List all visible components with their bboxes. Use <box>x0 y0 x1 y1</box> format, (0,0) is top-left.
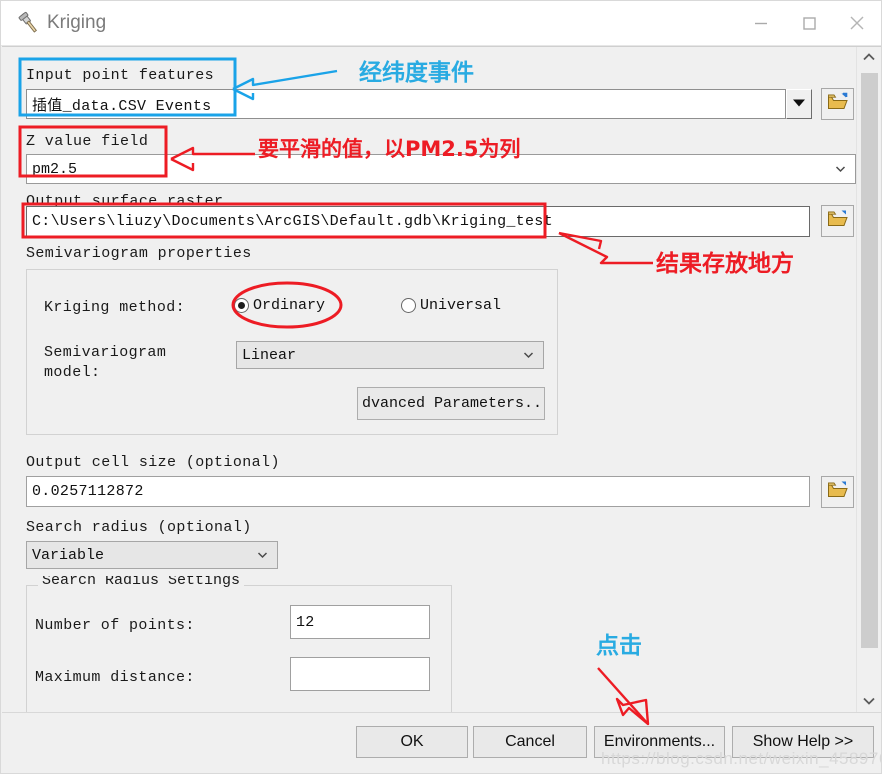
search-radius-settings-border-right <box>230 585 452 586</box>
search-radius-label: Search radius (optional) <box>26 519 252 536</box>
radio-universal-label: Universal <box>420 297 502 314</box>
kriging-dialog: Kriging Input point features 插值_data.CSV… <box>0 0 882 774</box>
chevron-down-icon <box>522 349 535 362</box>
semivariogram-model-label-line2: model: <box>44 364 101 381</box>
search-radius-value: Variable <box>32 546 105 564</box>
semivariogram-model-label-line1: Semivariogram <box>44 344 167 361</box>
output-cell-size-browse-button[interactable] <box>821 476 854 508</box>
maximum-distance-input[interactable] <box>290 657 430 691</box>
number-of-points-input[interactable]: 12 <box>290 605 430 639</box>
radio-ordinary-icon <box>234 298 249 313</box>
output-surface-raster-browse-button[interactable] <box>821 205 854 237</box>
vertical-scrollbar[interactable] <box>856 47 880 713</box>
chevron-down-icon <box>834 163 847 176</box>
window-title: Kriging <box>47 12 107 33</box>
kriging-method-option-ordinary[interactable]: Ordinary <box>234 297 325 314</box>
z-value-field-combo[interactable]: pm2.5 <box>26 154 856 184</box>
maximize-icon[interactable] <box>785 1 833 45</box>
maximum-distance-label: Maximum distance: <box>35 669 195 686</box>
kriging-method-option-universal[interactable]: Universal <box>401 297 501 314</box>
output-surface-raster-input[interactable]: C:\Users\liuzy\Documents\ArcGIS\Default.… <box>26 206 810 237</box>
dialog-body: Input point features 插值_data.CSV Events … <box>2 46 881 715</box>
scrollbar-thumb[interactable] <box>861 73 878 648</box>
close-icon[interactable] <box>833 1 881 45</box>
open-folder-icon <box>827 209 849 234</box>
scroll-up-button[interactable] <box>857 47 881 69</box>
search-radius-combo[interactable]: Variable <box>26 541 278 569</box>
kriging-method-label: Kriging method: <box>44 299 186 316</box>
dialog-footer: OK Cancel Environments... Show Help >> <box>2 712 881 772</box>
input-point-features-browse-button[interactable] <box>821 88 854 120</box>
window-controls <box>737 1 881 45</box>
search-radius-settings-label: Search Radius Settings <box>38 576 245 590</box>
title-bar: Kriging <box>1 1 881 46</box>
output-cell-size-label: Output cell size (optional) <box>26 454 280 471</box>
radio-universal-icon <box>401 298 416 313</box>
advanced-parameters-button[interactable]: dvanced Parameters.. <box>357 387 545 420</box>
hammer-icon <box>15 10 41 36</box>
radio-ordinary-label: Ordinary <box>253 297 326 314</box>
chevron-down-icon <box>256 549 269 562</box>
open-folder-icon <box>827 480 849 505</box>
number-of-points-label: Number of points: <box>35 617 195 634</box>
output-cell-size-input[interactable]: 0.0257112872 <box>26 476 810 507</box>
minimize-icon[interactable] <box>737 1 785 45</box>
open-folder-icon <box>827 92 849 117</box>
show-help-button[interactable]: Show Help >> <box>732 726 874 758</box>
triangle-down-icon <box>792 95 806 113</box>
input-point-features-dropdown-button[interactable] <box>786 89 812 119</box>
scroll-down-button[interactable] <box>857 691 881 713</box>
semivariogram-properties-label: Semivariogram properties <box>26 245 252 262</box>
environments-button[interactable]: Environments... <box>594 726 725 758</box>
cancel-button[interactable]: Cancel <box>473 726 587 758</box>
z-value-field-value: pm2.5 <box>32 160 78 178</box>
chevron-up-icon <box>862 49 876 67</box>
search-radius-settings-border-left <box>26 585 38 586</box>
ok-button[interactable]: OK <box>356 726 468 758</box>
input-point-features-input[interactable]: 插值_data.CSV Events <box>26 89 786 119</box>
semivariogram-model-combo[interactable]: Linear <box>236 341 544 369</box>
input-point-features-label: Input point features <box>26 67 215 84</box>
chevron-down-icon <box>862 693 876 711</box>
z-value-field-label: Z value field <box>26 133 149 150</box>
semivariogram-model-value: Linear <box>242 346 297 364</box>
